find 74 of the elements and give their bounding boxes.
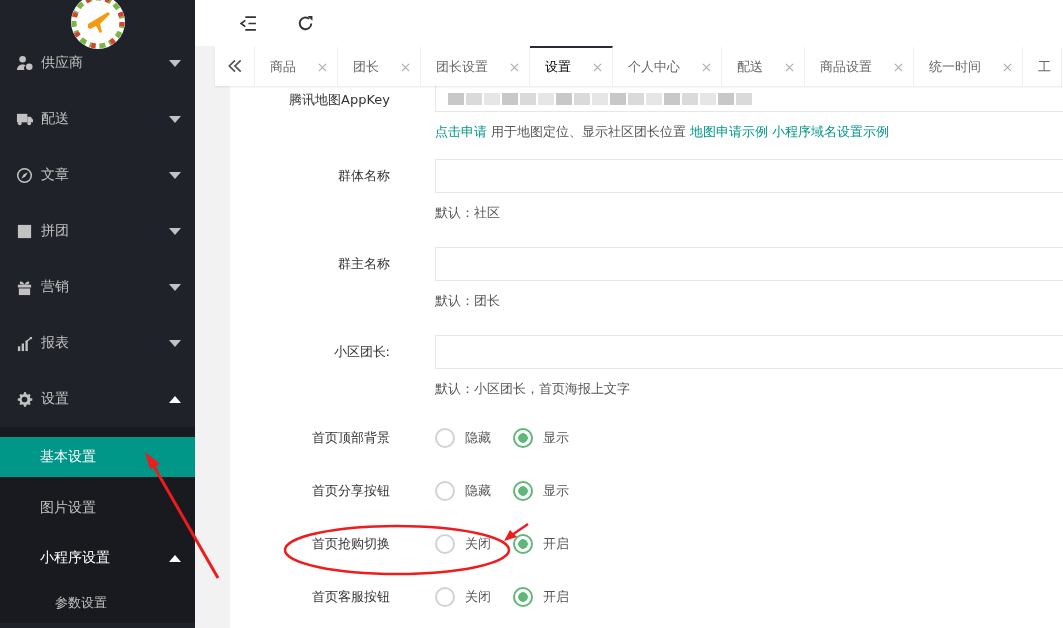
hint-text: 默认：团长 — [435, 292, 501, 310]
caret-down-icon — [169, 283, 181, 291]
caret-up-icon — [169, 554, 181, 562]
field-label: 群体名称 — [337, 167, 390, 185]
sidebar-item[interactable]: 设置 — [0, 371, 195, 427]
close-icon[interactable] — [1003, 62, 1012, 72]
input-field[interactable] — [435, 335, 1063, 369]
collapse-menu-icon[interactable] — [240, 14, 257, 32]
submenu-item[interactable]: 小程序设置 — [0, 533, 195, 583]
field-label: 首页抢购切换 — [311, 535, 390, 553]
input-field[interactable] — [435, 159, 1063, 193]
sidebar-item[interactable]: 配送 — [0, 91, 195, 147]
hint-text: 默认：小区团长，首页海报上文字 — [435, 380, 631, 398]
radio-option[interactable]: 关闭 — [435, 587, 491, 607]
double-chevron-left-icon — [226, 58, 243, 74]
close-icon[interactable] — [894, 62, 903, 72]
radio-button[interactable] — [513, 428, 533, 448]
field-label: 首页顶部背景 — [311, 429, 390, 447]
close-icon[interactable] — [593, 62, 602, 72]
radio-option[interactable]: 显示 — [513, 481, 569, 501]
field-label: 首页客服按钮 — [311, 588, 390, 606]
arrow — [504, 522, 529, 541]
radio-button[interactable] — [435, 587, 455, 607]
radio-button[interactable] — [513, 534, 533, 554]
input-field[interactable] — [435, 86, 1063, 112]
radio-button[interactable] — [513, 481, 533, 501]
submenu-item[interactable]: 图片设置 — [0, 483, 195, 533]
submenu-item[interactable]: 基本设置 — [0, 437, 195, 477]
radio-option[interactable]: 关闭 — [435, 534, 491, 554]
radio-option[interactable]: 开启 — [513, 587, 569, 607]
gear-icon — [16, 390, 33, 408]
caret-down-icon — [169, 59, 181, 67]
close-icon[interactable] — [510, 62, 519, 72]
link[interactable]: 小程序域名设置示例 — [772, 124, 890, 139]
sidebar-item[interactable]: 供应商 — [0, 35, 195, 91]
person-icon — [16, 54, 33, 72]
radio-button[interactable] — [435, 481, 455, 501]
hint-text: 默认：社区 — [435, 204, 501, 222]
radio-option[interactable]: 显示 — [513, 428, 569, 448]
hint-text: 点击申请 用于地图定位、显示社区团长位置 地图申请示例 小程序域名设置示例 — [435, 123, 891, 141]
tab[interactable]: 设置 — [530, 46, 613, 86]
refresh-icon[interactable] — [297, 14, 314, 32]
close-icon[interactable] — [785, 62, 794, 72]
field-label: 小区团长: — [332, 343, 390, 361]
radio-button[interactable] — [435, 428, 455, 448]
close-icon[interactable] — [702, 62, 711, 72]
close-icon[interactable] — [318, 62, 327, 72]
radio-button[interactable] — [513, 587, 533, 607]
sidebar-item[interactable]: 拼团 — [0, 203, 195, 259]
sidebar-item[interactable]: 报表 — [0, 315, 195, 371]
field-label: 腾讯地图AppKey — [288, 91, 390, 109]
logo-icon — [70, 0, 126, 50]
square-icon — [16, 222, 33, 240]
caret-down-icon — [169, 115, 181, 123]
radio-option[interactable]: 隐藏 — [435, 481, 491, 501]
compass-icon — [16, 166, 33, 184]
caret-down-icon — [169, 339, 181, 347]
radio-button[interactable] — [435, 534, 455, 554]
field-label: 群主名称 — [337, 255, 390, 273]
link[interactable]: 地图申请示例 — [690, 124, 769, 139]
radio-option[interactable]: 隐藏 — [435, 428, 491, 448]
scroll-left-button[interactable] — [215, 46, 255, 86]
field-label: 首页分享按钮 — [311, 482, 390, 500]
sidebar-item[interactable]: 营销 — [0, 259, 195, 315]
link[interactable]: 点击申请 — [435, 124, 487, 139]
close-icon[interactable] — [401, 62, 410, 72]
caret-up-icon — [169, 395, 181, 403]
sidebar-item[interactable]: 文章 — [0, 147, 195, 203]
caret-down-icon — [169, 171, 181, 179]
radio-option[interactable]: 开启 — [513, 534, 569, 554]
caret-down-icon — [169, 227, 181, 235]
input-field[interactable] — [435, 247, 1063, 281]
submenu-item[interactable]: 参数设置 — [0, 583, 195, 623]
bar-chart-icon — [16, 334, 33, 352]
